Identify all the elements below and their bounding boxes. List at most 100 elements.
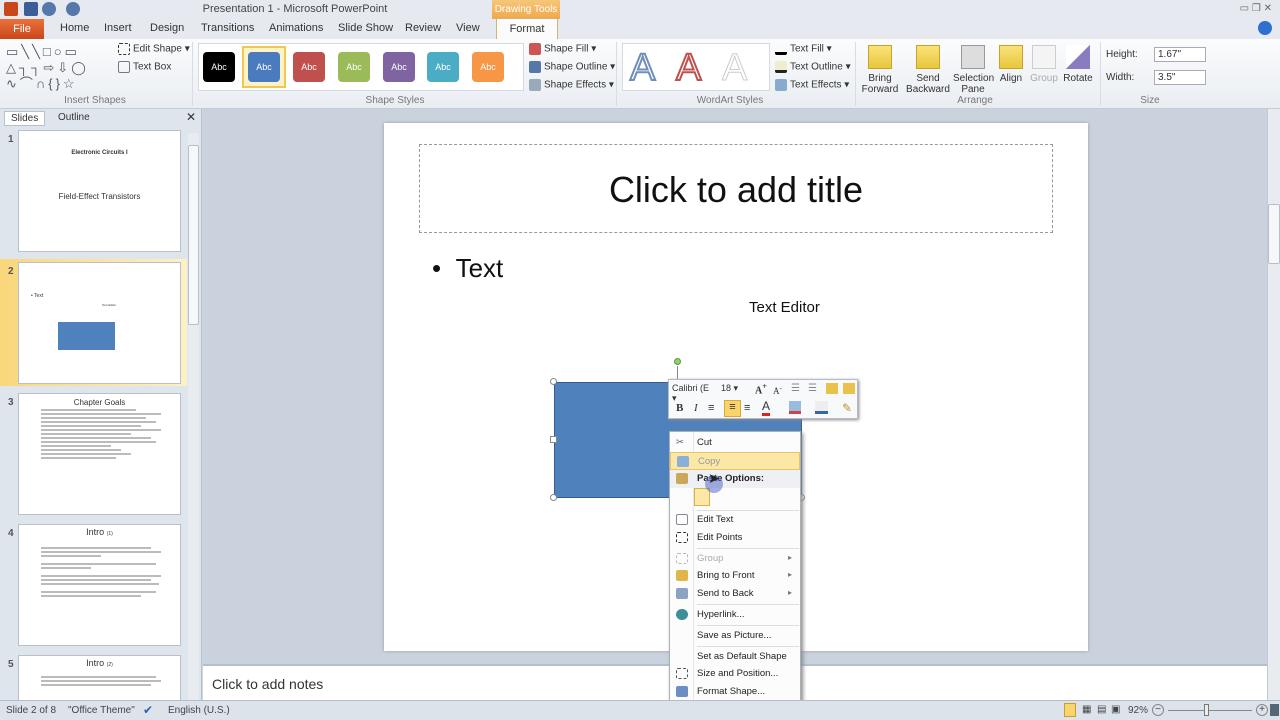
fit-to-window-icon[interactable] <box>1270 704 1279 716</box>
shapes-gallery[interactable]: ▭╲╲□○▭ △┐┐⇨⇩◯ ∿⌒∩{}☆ <box>6 44 106 92</box>
help-icon[interactable] <box>1258 21 1272 35</box>
slide-sorter-icon[interactable]: ▦ <box>1082 704 1091 715</box>
grow-font-icon[interactable]: A+ <box>755 382 767 396</box>
text-fill-button[interactable]: Text Fill ▾ <box>775 43 832 55</box>
slide-thumb-3[interactable]: Chapter Goals <box>18 393 181 515</box>
shape-fill-button[interactable]: Shape Fill ▾ <box>529 43 596 55</box>
style-swatch-blue[interactable]: Abc <box>248 52 280 82</box>
align-button[interactable]: Align <box>996 45 1026 84</box>
align-center-icon[interactable]: ≡ <box>724 400 741 417</box>
zoom-slider-thumb[interactable] <box>1203 704 1209 716</box>
tab-animations[interactable]: Animations <box>269 22 323 34</box>
zoom-out-icon[interactable]: − <box>1152 704 1164 716</box>
style-swatch-black[interactable]: Abc <box>203 52 235 82</box>
menu-item-send-to-back[interactable]: Send to Back ▸ <box>670 585 800 603</box>
resize-handle[interactable] <box>550 494 557 501</box>
slide-show-icon[interactable]: ▣ <box>1111 704 1120 715</box>
thumbs-scrollbar[interactable] <box>188 133 199 700</box>
text-effects-button[interactable]: Text Effects ▾ <box>775 79 849 91</box>
shape-outline-button[interactable]: Shape Outline ▾ <box>529 61 615 73</box>
menu-item-copy[interactable]: Copy <box>670 452 800 470</box>
fill-color-icon[interactable] <box>789 401 801 414</box>
style-swatch-purple[interactable]: Abc <box>383 52 415 82</box>
height-input[interactable]: 1.67" <box>1154 47 1206 62</box>
slide-thumb-1[interactable]: Electronic Circuits I Field-Effect Trans… <box>18 130 181 252</box>
menu-item-format-shape[interactable]: Format Shape... <box>670 683 800 701</box>
tab-transitions[interactable]: Transitions <box>201 22 254 34</box>
style-swatch-green[interactable]: Abc <box>338 52 370 82</box>
resize-handle[interactable] <box>550 378 557 385</box>
text-outline-button[interactable]: Text Outline ▾ <box>775 61 851 73</box>
resize-handle[interactable] <box>550 436 557 443</box>
italic-icon[interactable]: I <box>694 402 698 414</box>
shape-effects-button[interactable]: Shape Effects ▾ <box>529 79 614 91</box>
close-pane-icon[interactable]: ✕ <box>186 110 196 124</box>
theme-name[interactable]: "Office Theme" <box>68 705 135 716</box>
main-scrollbar[interactable] <box>1267 109 1280 700</box>
increase-indent-icon[interactable]: ☰ <box>808 383 817 394</box>
menu-item-bring-to-front[interactable]: Bring to Front ▸ <box>670 567 800 585</box>
send-backward-button[interactable]: Send Backward <box>904 45 952 95</box>
send-back-mini-icon[interactable] <box>843 383 855 394</box>
style-swatch-aqua[interactable]: Abc <box>427 52 459 82</box>
slide-thumb-2[interactable]: • Text Text Editor <box>18 262 181 384</box>
thumb-number: 5 <box>8 659 14 670</box>
tab-review[interactable]: Review <box>405 22 441 34</box>
text-box-button[interactable]: Text Box <box>118 61 171 73</box>
align-right-icon[interactable]: ≡ <box>744 402 750 414</box>
wordart-style-light[interactable]: A <box>721 47 747 90</box>
language[interactable]: English (U.S.) <box>168 705 230 716</box>
window-controls[interactable]: ▭ ❐ ✕ <box>1240 3 1272 14</box>
menu-item-size-and-position[interactable]: Size and Position... <box>670 665 800 683</box>
align-left-icon[interactable]: ≡ <box>708 402 714 414</box>
menu-item-hyperlink[interactable]: Hyperlink... <box>670 606 800 624</box>
tab-slide-show[interactable]: Slide Show <box>338 22 393 34</box>
width-input[interactable]: 3.5" <box>1154 70 1206 85</box>
format-painter-icon[interactable]: ✎ <box>842 401 852 415</box>
slide-thumb-5[interactable]: Intro (2) <box>18 655 181 700</box>
tab-insert[interactable]: Insert <box>104 22 132 34</box>
selection-pane-button[interactable]: Selection Pane <box>953 45 994 95</box>
bring-forward-button[interactable]: Bring Forward <box>860 45 900 95</box>
outline-color-icon[interactable] <box>815 401 828 414</box>
tab-home[interactable]: Home <box>60 22 89 34</box>
title-placeholder[interactable]: Click to add title <box>419 144 1053 233</box>
menu-item-edit-text[interactable]: Edit Text <box>670 511 800 529</box>
zoom-level[interactable]: 92% <box>1128 705 1148 716</box>
style-swatch-red[interactable]: Abc <box>293 52 325 82</box>
rotate-button[interactable]: Rotate <box>1061 45 1095 84</box>
zoom-in-icon[interactable]: + <box>1256 704 1268 716</box>
bring-front-mini-icon[interactable] <box>826 383 838 394</box>
wordart-style-blue[interactable]: A <box>629 46 656 90</box>
arrange-label: Arrange <box>957 95 993 106</box>
menu-item-cut[interactable]: ✂ Cut <box>670 434 800 452</box>
tab-file[interactable]: File <box>0 19 44 39</box>
font-size-select[interactable]: 18 ▾ <box>721 383 749 397</box>
normal-view-icon[interactable] <box>1064 703 1076 717</box>
tab-outline[interactable]: Outline <box>52 111 96 124</box>
bold-icon[interactable]: B <box>676 402 683 414</box>
style-swatch-orange[interactable]: Abc <box>472 52 504 82</box>
tab-slides[interactable]: Slides <box>4 111 46 126</box>
wordart-style-red[interactable]: A <box>675 46 702 90</box>
tab-design[interactable]: Design <box>150 22 184 34</box>
zoom-slider-track[interactable] <box>1168 710 1252 711</box>
spell-check-icon[interactable]: ✔ <box>143 703 153 717</box>
menu-item-set-default-shape[interactable]: Set as Default Shape <box>670 648 800 666</box>
edit-shape-button[interactable]: Edit Shape ▾ <box>118 43 190 55</box>
slide-thumb-4[interactable]: Intro (1) <box>18 524 181 646</box>
reading-view-icon[interactable]: ▤ <box>1097 704 1106 715</box>
menu-item-edit-points[interactable]: Edit Points <box>670 529 800 547</box>
tab-format[interactable]: Format <box>496 18 558 40</box>
rotation-handle[interactable] <box>674 358 681 365</box>
font-color-icon[interactable]: A <box>762 400 771 416</box>
ribbon-tabs: Home Insert Design Transitions Animation… <box>0 19 1280 39</box>
decrease-indent-icon[interactable]: ☰ <box>791 383 800 394</box>
tab-view[interactable]: View <box>456 22 480 34</box>
shrink-font-icon[interactable]: A- <box>773 383 782 396</box>
bullet-text[interactable]: • Text <box>432 253 503 284</box>
font-name-select[interactable]: Calibri (E ▾ <box>672 383 714 403</box>
menu-item-save-as-picture[interactable]: Save as Picture... <box>670 627 800 645</box>
text-editor-textbox[interactable]: Text Editor <box>749 299 820 316</box>
thumb-number: 4 <box>8 528 14 539</box>
